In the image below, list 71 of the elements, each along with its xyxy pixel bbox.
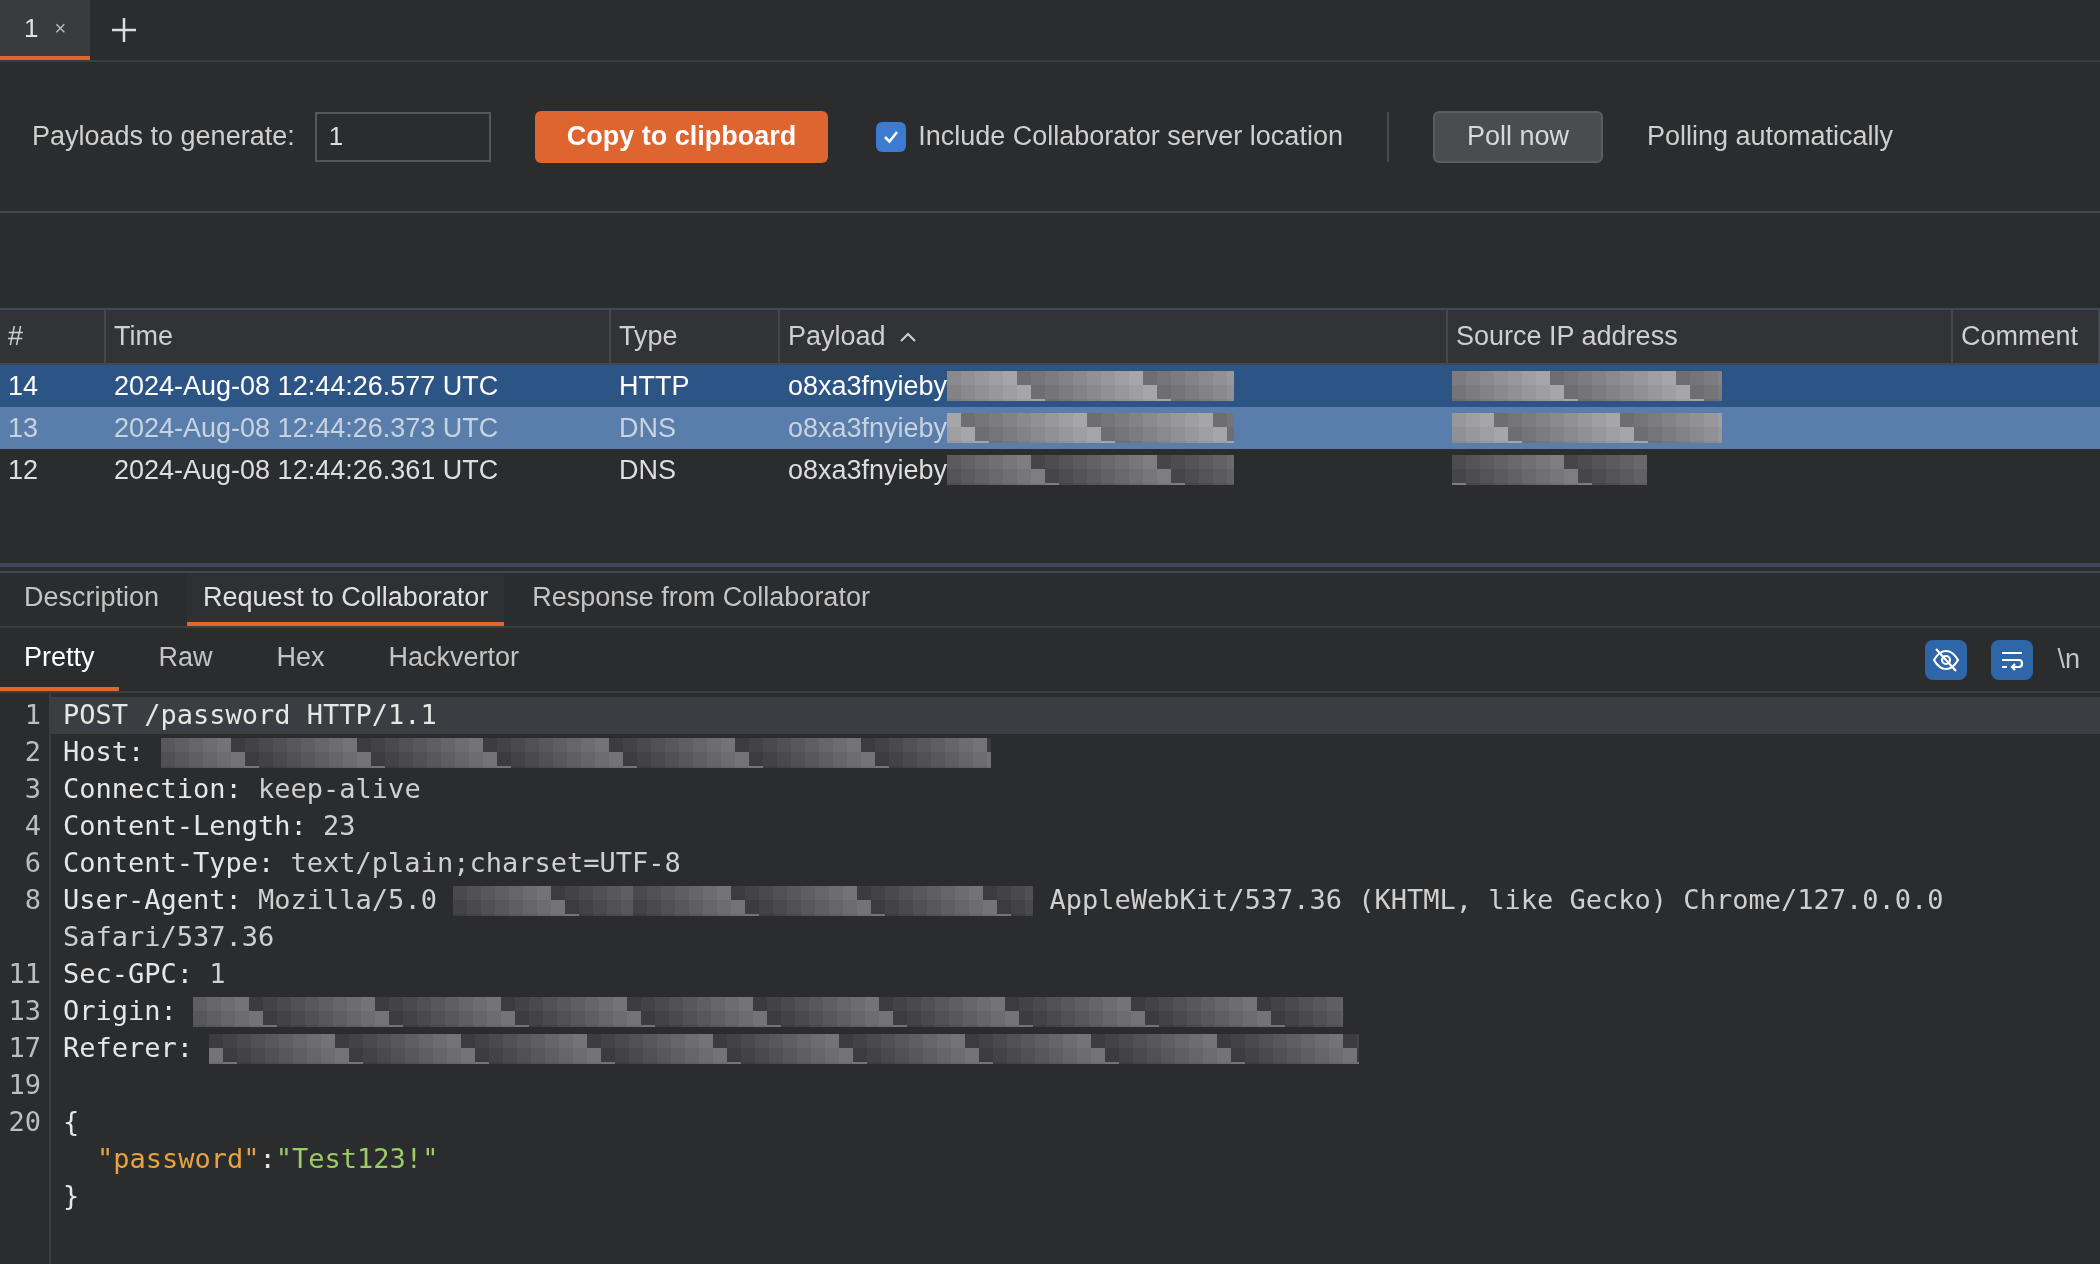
code-text: : — [259, 1142, 276, 1177]
code-text: Referer: — [63, 1031, 195, 1066]
column-header[interactable]: Payload — [780, 310, 1448, 363]
checkbox-label: Include Collaborator server location — [918, 120, 1343, 154]
code-text: keep-alive — [258, 772, 421, 807]
table-cell-text: 2024-Aug-08 12:44:26.577 UTC — [113, 369, 500, 403]
checkbox[interactable] — [876, 121, 907, 152]
code-text: 1 — [209, 957, 226, 992]
code-text: Mozilla/5.0 — [258, 883, 438, 918]
code-text: text/plain;charset=UTF-8 — [290, 846, 681, 881]
line-number: 20 — [8, 1105, 41, 1140]
wrap-lines-icon[interactable] — [1991, 639, 2034, 680]
code-text: Content-Length: — [63, 809, 308, 844]
table-cell-text: o8xa3fnyieby — [788, 453, 948, 487]
table-cell-text: HTTP — [618, 369, 691, 403]
newline-toggle[interactable]: \n — [2057, 639, 2080, 680]
table-row[interactable]: 12 2024-Aug-08 12:44:26.361 UTC DNS o8xa3fnyieby — [0, 449, 2100, 491]
code-text: POST /password HTTP/1.1 — [63, 698, 437, 733]
polling-status: Polling automatically — [1647, 120, 1894, 154]
code-text: Content-Type: — [63, 846, 276, 881]
column-header[interactable]: # — [0, 310, 106, 363]
tab[interactable]: Raw — [134, 628, 237, 691]
line-number: 1 — [24, 698, 41, 733]
line-number: 6 — [24, 846, 41, 881]
table-cell-text: o8xa3fnyieby — [788, 369, 948, 403]
table-cell-text: 2024-Aug-08 12:44:26.361 UTC — [113, 453, 500, 487]
line-number: 3 — [24, 772, 41, 807]
code-text: Host: — [63, 735, 146, 770]
code-text: 23 — [323, 809, 356, 844]
payload-count-field[interactable]: 1 — [314, 111, 491, 162]
tab[interactable]: Hex — [252, 628, 349, 691]
code-text: AppleWebKit/537.36 (KHTML, like Gecko) Chrome/127.0.0.0 — [1048, 883, 1944, 918]
close-icon[interactable]: × — [54, 13, 67, 43]
table-cell-text: 13 — [7, 411, 40, 445]
line-number: 11 — [8, 957, 41, 992]
column-header[interactable]: Time — [106, 310, 611, 363]
column-header[interactable]: Type — [611, 310, 780, 363]
line-number: 17 — [8, 1031, 41, 1066]
line-number: 13 — [8, 994, 41, 1029]
tab[interactable]: Request to Collaborator — [187, 573, 505, 626]
tab[interactable]: Response from Collaborator — [516, 573, 886, 626]
table-cell-text: DNS — [618, 411, 677, 445]
table-row[interactable]: 14 2024-Aug-08 12:44:26.577 UTC HTTP o8xa3fnyieby — [0, 365, 2100, 407]
tab[interactable]: 1 × — [0, 0, 91, 60]
table-cell-text: 12 — [7, 453, 40, 487]
code-text: Origin: — [63, 994, 178, 1029]
code-text: Connection: — [63, 772, 243, 807]
poll-now-button[interactable]: Poll now — [1432, 110, 1603, 163]
column-header[interactable]: Comment — [1953, 310, 2100, 363]
line-number: 19 — [8, 1068, 41, 1103]
table-cell-text: o8xa3fnyieby — [788, 411, 948, 445]
code-text: { — [63, 1105, 80, 1140]
line-number: 2 — [24, 735, 41, 770]
column-header[interactable]: Source IP address — [1448, 310, 1953, 363]
tab[interactable]: Pretty — [0, 628, 119, 691]
code-text: "password" — [97, 1142, 260, 1177]
tab[interactable]: Description — [8, 573, 176, 626]
line-number: 4 — [24, 809, 41, 844]
tab[interactable]: Hackvertor — [364, 628, 544, 691]
payloads-label: Payloads to generate: — [32, 120, 295, 154]
table-cell-text: DNS — [618, 453, 677, 487]
code-text: "Test123!" — [275, 1142, 439, 1177]
add-tab-icon[interactable] — [110, 16, 139, 44]
hide-icon[interactable] — [1925, 639, 1968, 680]
code-text: Sec-GPC: — [63, 957, 195, 992]
code-text: } — [63, 1179, 80, 1214]
code-text: Safari/537.36 — [63, 920, 275, 955]
code-text: User-Agent: — [63, 883, 243, 918]
line-number: 8 — [24, 883, 41, 918]
table-cell-text: 14 — [7, 369, 40, 403]
table-cell-text: 2024-Aug-08 12:44:26.373 UTC — [113, 411, 500, 445]
